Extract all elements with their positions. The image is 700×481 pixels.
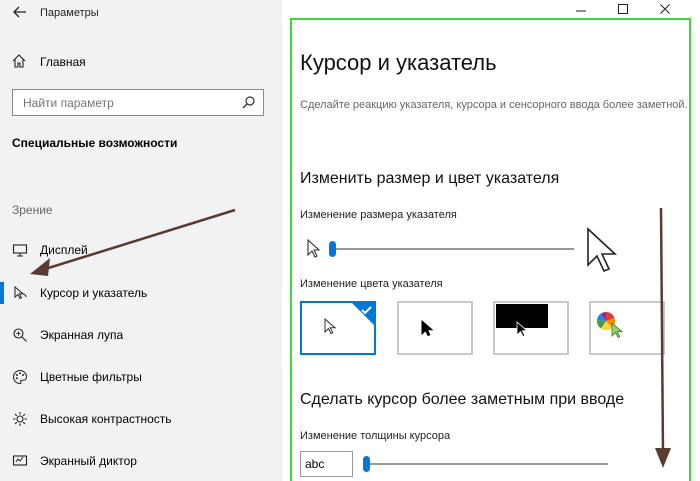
- nav-home[interactable]: Главная: [0, 50, 282, 74]
- search-icon[interactable]: [242, 96, 255, 109]
- inverted-pointer-icon: [516, 321, 528, 338]
- window-controls: [560, 3, 686, 19]
- app-title: Параметры: [40, 7, 99, 19]
- color-option-custom[interactable]: [589, 301, 665, 355]
- green-pointer-icon: [611, 322, 623, 339]
- back-button[interactable]: [12, 4, 30, 22]
- cursor-icon: [14, 285, 27, 300]
- color-option-inverted[interactable]: [493, 301, 569, 355]
- thickness-preview-input[interactable]: [301, 452, 351, 476]
- sidebar-item-display[interactable]: Дисплей: [0, 236, 282, 264]
- section-title: Специальные возможности: [12, 136, 178, 150]
- sidebar-item-label: Экранный диктор: [40, 454, 137, 468]
- back-arrow-icon: [13, 6, 26, 18]
- minimize-icon: [576, 10, 586, 12]
- content-panel: Курсор и указатель Сделайте реакцию указ…: [290, 18, 691, 481]
- sidebar-item-color-filters[interactable]: Цветные фильтры: [0, 363, 282, 391]
- page-title: Курсор и указатель: [300, 50, 497, 75]
- pointer-size-slider[interactable]: [329, 241, 574, 257]
- color-option-black[interactable]: [397, 301, 473, 355]
- color-label: Изменение цвета указателя: [300, 278, 443, 290]
- sidebar-item-label: Дисплей: [40, 243, 88, 257]
- sidebar-item-magnifier[interactable]: Экранная лупа: [0, 321, 282, 349]
- sidebar-item-cursor[interactable]: Курсор и указатель: [0, 279, 282, 307]
- slider-thumb[interactable]: [329, 241, 336, 257]
- title-bar: Параметры: [0, 0, 282, 26]
- slider-thumb[interactable]: [363, 456, 370, 472]
- sidebar-item-label: Высокая контрастность: [40, 412, 172, 426]
- large-pointer-icon: [587, 227, 618, 273]
- narrator-icon: [12, 455, 28, 466]
- maximize-icon: [618, 4, 628, 14]
- minimize-button[interactable]: [560, 3, 602, 19]
- sidebar-item-label: Экранная лупа: [40, 328, 124, 342]
- nav-home-label: Главная: [40, 55, 86, 69]
- black-pointer-icon: [421, 320, 433, 337]
- home-icon: [12, 54, 26, 68]
- size-label: Изменение размера указателя: [300, 209, 457, 221]
- search-box[interactable]: [12, 89, 264, 116]
- maximize-button[interactable]: [602, 3, 644, 19]
- sidebar-item-label: Курсор и указатель: [40, 286, 148, 300]
- search-input[interactable]: [13, 90, 233, 115]
- slider-track: [363, 463, 608, 465]
- thickness-label: Изменение толщины курсора: [300, 430, 451, 442]
- white-pointer-icon: [324, 318, 336, 335]
- active-indicator: [0, 282, 4, 304]
- sidebar: Параметры Главная Специальные возможност…: [0, 0, 282, 481]
- size-color-heading: Изменить размер и цвет указателя: [300, 170, 560, 187]
- cursor-thickness-slider[interactable]: [363, 456, 608, 472]
- close-icon: [660, 4, 670, 14]
- cursor-heading: Сделать курсор более заметным при вводе: [300, 391, 625, 408]
- thickness-preview-box[interactable]: [300, 451, 353, 477]
- group-label-vision: Зрение: [12, 203, 53, 217]
- magnifier-icon: [13, 328, 27, 342]
- small-pointer-icon: [307, 239, 321, 258]
- checkmark-icon: [350, 301, 376, 327]
- page-description: Сделайте реакцию указателя, курсора и се…: [300, 99, 688, 111]
- color-option-white[interactable]: [300, 301, 376, 355]
- sidebar-item-high-contrast[interactable]: Высокая контрастность: [0, 405, 282, 433]
- sidebar-item-label: Цветные фильтры: [40, 370, 142, 384]
- contrast-icon: [13, 412, 27, 426]
- monitor-icon: [12, 244, 28, 257]
- palette-icon: [13, 369, 27, 385]
- sidebar-item-narrator[interactable]: Экранный диктор: [0, 447, 282, 475]
- close-button[interactable]: [644, 3, 686, 19]
- slider-track: [329, 248, 574, 250]
